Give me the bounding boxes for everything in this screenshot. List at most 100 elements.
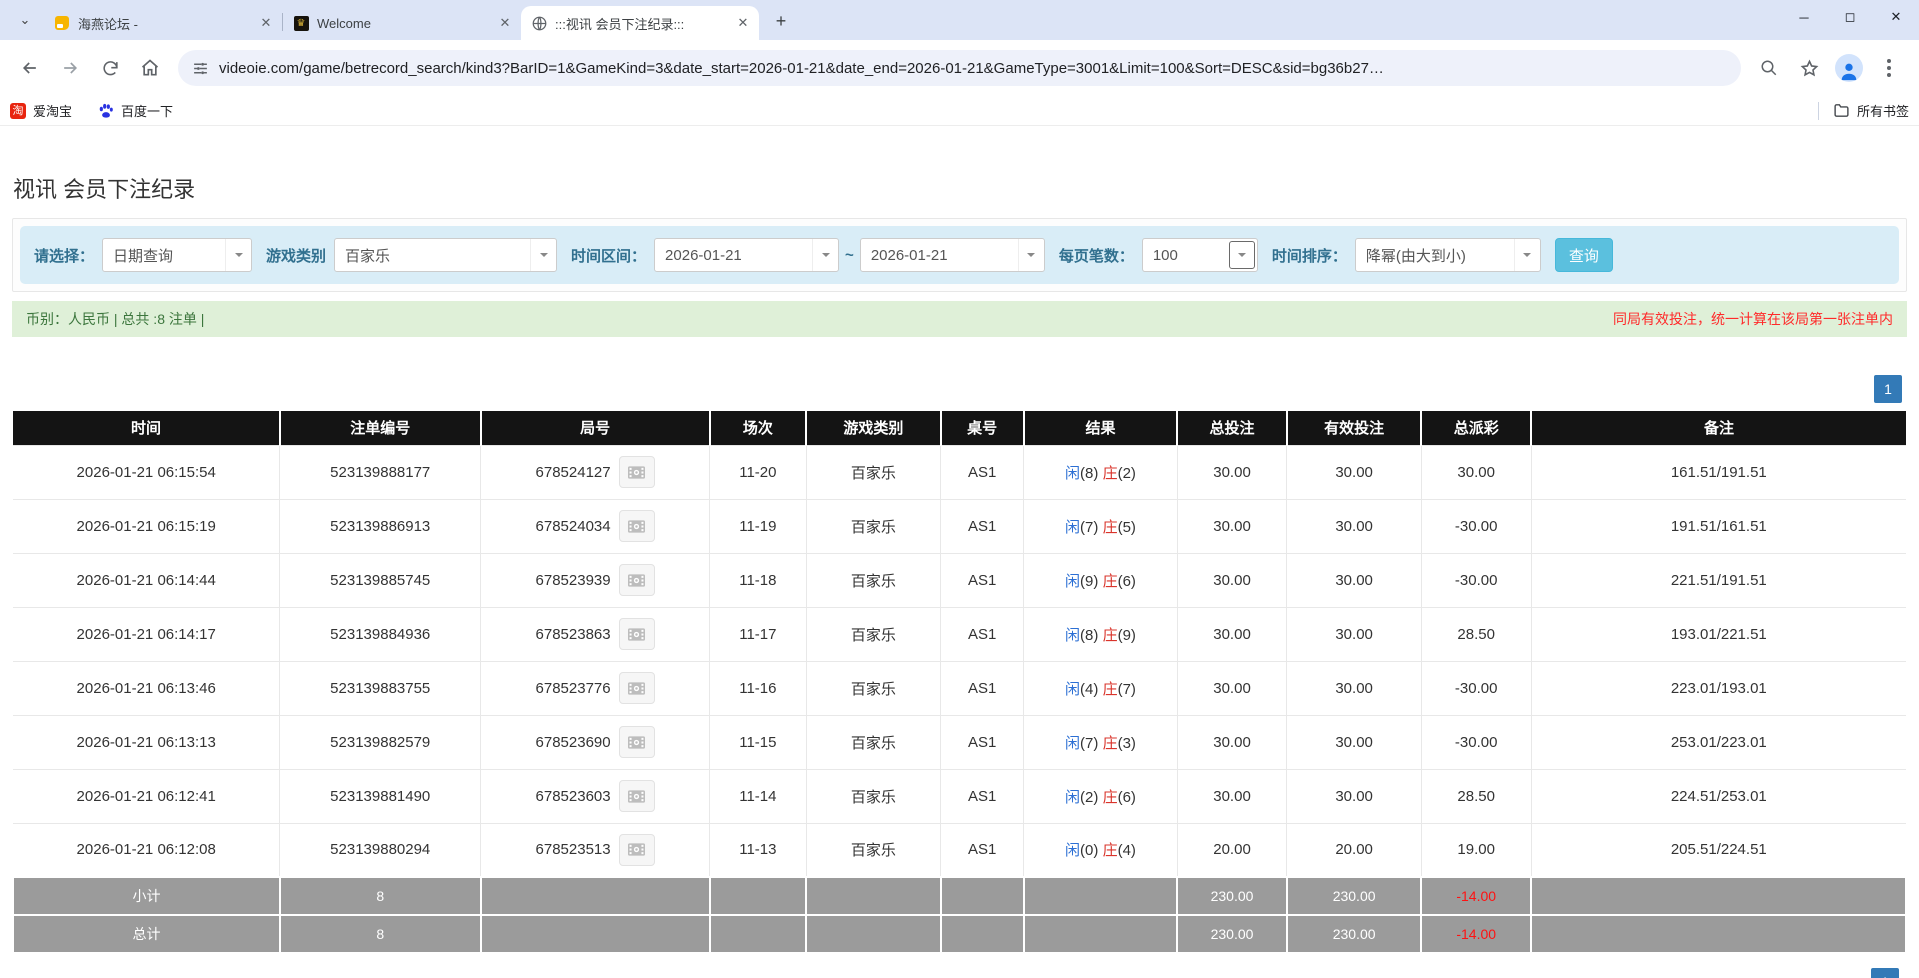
sum-empty-cell xyxy=(481,877,710,915)
player-result: 闲 xyxy=(1065,519,1080,536)
pagination-top: 1 xyxy=(12,375,1902,403)
tab-title: :::视讯 会员下注纪录::: xyxy=(555,14,735,33)
round-cell: 678524034 xyxy=(481,499,710,553)
query-type-select[interactable]: 日期查询 xyxy=(102,238,252,272)
date-end-select[interactable]: 2026-01-21 xyxy=(860,238,1045,272)
total-bet-link[interactable]: 30.00 xyxy=(1177,607,1287,661)
remark-cell: 161.51/191.51 xyxy=(1531,445,1906,499)
column-header: 结果 xyxy=(1024,411,1177,445)
subtotal-row: 小计8230.00230.00-14.00 xyxy=(13,877,1906,915)
sum-empty-cell xyxy=(481,915,710,953)
tab-haiyan-forum[interactable]: 海燕论坛 - ✕ xyxy=(44,6,282,40)
menu-kebab-icon[interactable] xyxy=(1872,51,1906,85)
date-start-value: 2026-01-21 xyxy=(655,247,812,264)
video-replay-icon[interactable] xyxy=(619,672,655,704)
video-replay-icon[interactable] xyxy=(619,564,655,596)
round-id: 678524034 xyxy=(536,518,611,535)
game-kind-value: 百家乐 xyxy=(335,245,530,266)
total-bet-link[interactable]: 30.00 xyxy=(1177,445,1287,499)
result-cell: 闲(8) 庄(9) xyxy=(1024,607,1177,661)
maximize-button[interactable]: ◻ xyxy=(1827,0,1873,34)
round-id: 678523603 xyxy=(536,788,611,805)
total-bet-link[interactable]: 30.00 xyxy=(1177,715,1287,769)
tab-close-icon[interactable]: ✕ xyxy=(735,15,751,31)
game-kind-label: 游戏类别 xyxy=(266,245,326,266)
table-no-cell: AS1 xyxy=(941,715,1024,769)
bookmark-taobao[interactable]: 淘 爱淘宝 xyxy=(10,101,72,120)
forward-icon[interactable] xyxy=(53,51,87,85)
back-icon[interactable] xyxy=(13,51,47,85)
sort-value: 降幂(由大到小) xyxy=(1356,245,1514,266)
chevron-down-icon xyxy=(530,239,556,271)
remark-cell: 205.51/224.51 xyxy=(1531,823,1906,877)
home-icon[interactable] xyxy=(133,51,167,85)
tab-bet-record-active[interactable]: :::视讯 会员下注纪录::: ✕ xyxy=(521,6,759,40)
sum-empty-cell xyxy=(941,915,1024,953)
minimize-button[interactable]: ─ xyxy=(1781,0,1827,34)
sum-payout-cell: -14.00 xyxy=(1421,915,1531,953)
per-page-combo[interactable]: 100 xyxy=(1142,238,1258,272)
tab-welcome[interactable]: ♛ Welcome ✕ xyxy=(283,6,521,40)
bookmark-baidu[interactable]: 百度一下 xyxy=(98,101,173,120)
query-type-value: 日期查询 xyxy=(103,245,225,266)
remark-cell: 193.01/221.51 xyxy=(1531,607,1906,661)
video-replay-icon[interactable] xyxy=(619,780,655,812)
sum-empty-cell xyxy=(710,877,807,915)
tab-close-icon[interactable]: ✕ xyxy=(258,15,274,31)
column-header: 有效投注 xyxy=(1287,411,1421,445)
video-replay-icon[interactable] xyxy=(619,726,655,758)
profile-avatar[interactable] xyxy=(1835,54,1863,82)
video-replay-icon[interactable] xyxy=(619,456,655,488)
site-settings-icon[interactable] xyxy=(192,60,209,77)
new-tab-button[interactable]: + xyxy=(767,7,795,35)
total-bet-link[interactable]: 30.00 xyxy=(1177,769,1287,823)
banker-score: (7) xyxy=(1118,681,1136,698)
reload-icon[interactable] xyxy=(93,51,127,85)
bet-row: 2026-01-21 06:14:44523139885745678523939… xyxy=(13,553,1906,607)
column-header: 场次 xyxy=(710,411,807,445)
time-cell: 2026-01-21 06:13:13 xyxy=(13,715,280,769)
round-cell: 678523603 xyxy=(481,769,710,823)
close-button[interactable]: ✕ xyxy=(1873,0,1919,34)
address-bar[interactable]: videoie.com/game/betrecord_search/kind3?… xyxy=(178,50,1741,86)
url-text[interactable]: videoie.com/game/betrecord_search/kind3?… xyxy=(219,60,1727,77)
sum-payout-cell: -14.00 xyxy=(1421,877,1531,915)
folder-icon xyxy=(1833,102,1850,119)
time-cell: 2026-01-21 06:15:54 xyxy=(13,445,280,499)
zoom-magnifier-icon[interactable] xyxy=(1752,51,1786,85)
result-cell: 闲(9) 庄(6) xyxy=(1024,553,1177,607)
sort-select[interactable]: 降幂(由大到小) xyxy=(1355,238,1541,272)
video-replay-icon[interactable] xyxy=(619,618,655,650)
bet-id-cell: 523139884936 xyxy=(280,607,481,661)
tilde-separator: ~ xyxy=(845,247,854,264)
total-bet-link[interactable]: 30.00 xyxy=(1177,661,1287,715)
video-replay-icon[interactable] xyxy=(619,510,655,542)
total-bet-link[interactable]: 30.00 xyxy=(1177,499,1287,553)
payout-cell: 30.00 xyxy=(1421,445,1531,499)
round-cell: 678523776 xyxy=(481,661,710,715)
bet-row: 2026-01-21 06:12:08523139880294678523513… xyxy=(13,823,1906,877)
bet-record-table: 时间注单编号局号场次游戏类别桌号结果总投注有效投注总派彩备注 2026-01-2… xyxy=(12,411,1907,954)
banker-score: (2) xyxy=(1118,465,1136,482)
table-no-cell: AS1 xyxy=(941,499,1024,553)
tab-search-chevron-icon[interactable]: ⌄ xyxy=(8,3,42,37)
bet-row: 2026-01-21 06:13:13523139882579678523690… xyxy=(13,715,1906,769)
tab-close-icon[interactable]: ✕ xyxy=(497,15,513,31)
total-bet-link[interactable]: 20.00 xyxy=(1177,823,1287,877)
date-start-select[interactable]: 2026-01-21 xyxy=(654,238,839,272)
time-cell: 2026-01-21 06:12:08 xyxy=(13,823,280,877)
page-1-button-bottom[interactable]: 1 xyxy=(1871,968,1899,978)
column-header: 备注 xyxy=(1531,411,1906,445)
result-cell: 闲(4) 庄(7) xyxy=(1024,661,1177,715)
bookmark-star-icon[interactable] xyxy=(1792,51,1826,85)
currency-summary: 币别：人民币 | 总共 :8 注单 | xyxy=(26,309,204,329)
date-range-label: 时间区间： xyxy=(571,245,646,266)
all-bookmarks[interactable]: 所有书签 xyxy=(1818,101,1909,120)
video-replay-icon[interactable] xyxy=(619,834,655,866)
game-kind-select[interactable]: 百家乐 xyxy=(334,238,557,272)
query-button[interactable]: 查询 xyxy=(1555,238,1613,272)
select-label: 请选择： xyxy=(34,245,94,266)
total-bet-link[interactable]: 30.00 xyxy=(1177,553,1287,607)
banker-score: (9) xyxy=(1118,627,1136,644)
page-1-button[interactable]: 1 xyxy=(1874,375,1902,403)
